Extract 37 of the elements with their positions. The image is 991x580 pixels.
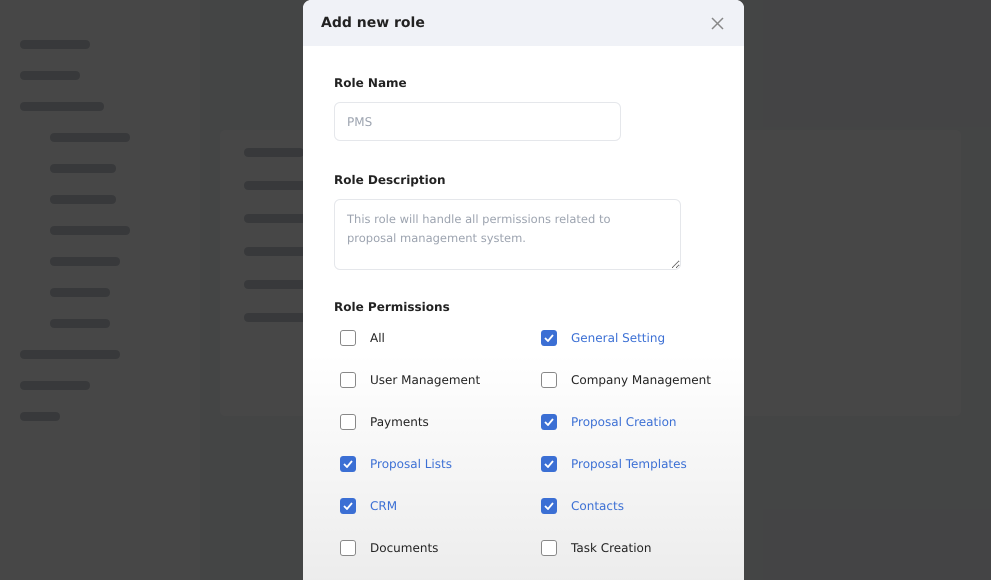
checkbox[interactable] bbox=[541, 372, 557, 388]
role-description-field[interactable]: This role will handle all permissions related to proposal management system. bbox=[334, 199, 681, 270]
permission-label: General Setting bbox=[571, 331, 666, 345]
field-label: Role Description bbox=[334, 173, 447, 187]
permission-label: Payments bbox=[370, 415, 429, 429]
checkmark-icon bbox=[544, 460, 554, 468]
permission-label: Proposal Templates bbox=[571, 457, 687, 471]
checkbox[interactable] bbox=[541, 414, 557, 430]
permission-label: Task Creation bbox=[571, 541, 652, 555]
checkmark-icon bbox=[544, 502, 554, 510]
permission-label: Company Management bbox=[571, 373, 711, 387]
section-label: Role Permissions bbox=[334, 300, 451, 314]
permission-label: Proposal Lists bbox=[370, 457, 452, 471]
role-name-field[interactable]: PMS bbox=[334, 102, 621, 141]
checkbox[interactable] bbox=[541, 456, 557, 472]
checkmark-icon bbox=[343, 502, 353, 510]
checkbox[interactable] bbox=[340, 540, 356, 556]
close-button[interactable] bbox=[709, 14, 726, 32]
checkbox[interactable] bbox=[541, 540, 557, 556]
checkbox[interactable] bbox=[541, 330, 557, 346]
dialog-title: Add new role bbox=[321, 15, 425, 31]
permission-label: All bbox=[370, 331, 385, 345]
checkmark-icon bbox=[343, 460, 353, 468]
checkbox[interactable] bbox=[340, 414, 356, 430]
checkmark-icon bbox=[544, 334, 554, 342]
checkbox[interactable] bbox=[340, 498, 356, 514]
checkmark-icon bbox=[544, 418, 554, 426]
permission-label: Contacts bbox=[571, 499, 624, 513]
checkbox[interactable] bbox=[541, 498, 557, 514]
checkbox[interactable] bbox=[340, 456, 356, 472]
checkbox[interactable] bbox=[340, 330, 356, 346]
permission-label: Documents bbox=[370, 541, 438, 555]
checkbox[interactable] bbox=[340, 372, 356, 388]
field-label: Role Name bbox=[334, 76, 408, 90]
permission-label: Proposal Creation bbox=[571, 415, 677, 429]
permission-label: User Management bbox=[370, 373, 480, 387]
permission-label: CRM bbox=[370, 499, 398, 513]
